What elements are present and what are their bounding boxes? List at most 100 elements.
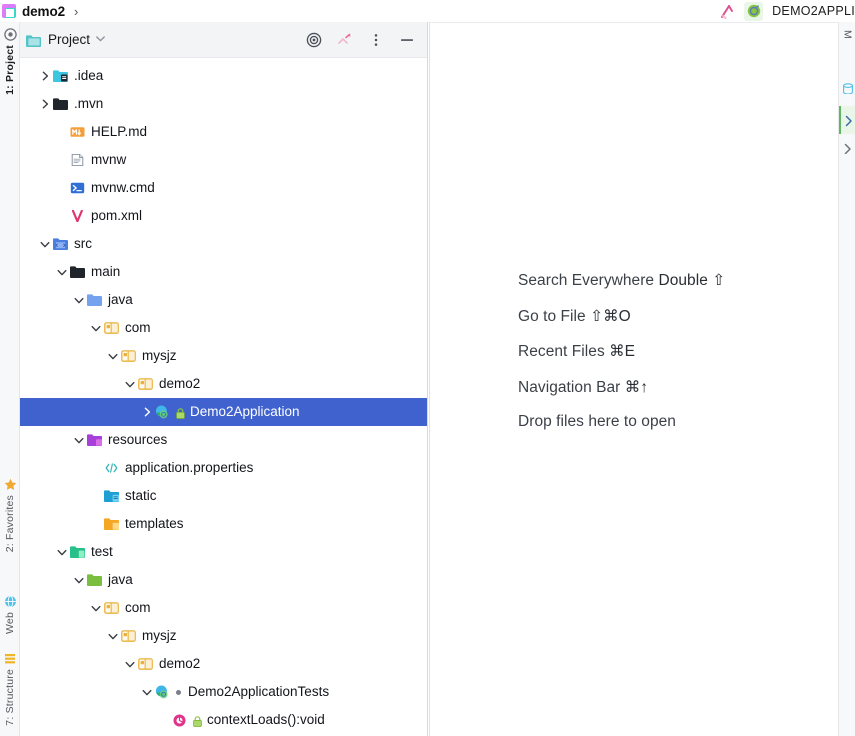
web-icon xyxy=(4,595,17,608)
breadcrumb[interactable]: demo2 › xyxy=(0,4,78,19)
tree-row[interactable]: mvnw xyxy=(20,146,427,174)
breadcrumb-chevron-icon: › xyxy=(74,3,79,19)
tree-row[interactable]: demo2 xyxy=(20,650,427,678)
sidebar-item-active-panel[interactable] xyxy=(839,106,855,134)
tree-row[interactable]: .mvn xyxy=(20,90,427,118)
more-vertical-icon[interactable] xyxy=(367,31,384,48)
tree-row-label: Demo2ApplicationTests xyxy=(188,684,330,700)
chevron-down-icon[interactable] xyxy=(96,35,105,45)
tree-row-selected[interactable]: Demo2Application xyxy=(20,398,427,426)
chevron-down-icon[interactable] xyxy=(72,296,86,305)
tree-row[interactable]: main xyxy=(20,258,427,286)
chevron-down-icon[interactable] xyxy=(38,240,52,249)
database-icon xyxy=(842,82,854,94)
tree-row[interactable]: mysjz xyxy=(20,622,427,650)
tree-row[interactable]: Demo2ApplicationTests xyxy=(20,678,427,706)
tree-row-label: pom.xml xyxy=(91,208,143,224)
chevron-down-icon[interactable] xyxy=(55,268,69,277)
lock-icon xyxy=(193,715,202,727)
tree-row-label: main xyxy=(91,264,121,280)
tree-row[interactable]: demo2 xyxy=(20,370,427,398)
package-icon xyxy=(137,376,153,392)
sidebar-item-maven[interactable]: M xyxy=(839,30,855,39)
editor-hint: Search Everywhere Double ⇧ xyxy=(518,271,725,290)
tree-row[interactable]: static xyxy=(20,482,427,510)
chevron-down-icon[interactable] xyxy=(140,688,154,697)
tree-row[interactable]: java xyxy=(20,286,427,314)
sidebar-item-favorites[interactable]: 2: Favorites xyxy=(0,478,20,552)
tree-row[interactable]: src xyxy=(20,230,427,258)
sidebar-item-web[interactable]: Web xyxy=(0,595,20,634)
ide-window: demo2 › DEMO2APPLI 1: Project 2: Favorit… xyxy=(0,0,855,736)
run-configuration-name[interactable]: DEMO2APPLI xyxy=(772,4,855,18)
sidebar-item-database[interactable] xyxy=(839,82,855,94)
properties-file-icon xyxy=(103,460,119,476)
project-module-icon xyxy=(2,4,16,18)
editor-hint-action: Drop files here to open xyxy=(518,413,676,430)
chevron-down-icon[interactable] xyxy=(72,436,86,445)
star-icon xyxy=(4,478,17,491)
tree-row-label: com xyxy=(125,320,151,336)
tree-row[interactable]: mysjz xyxy=(20,342,427,370)
sidebar-item-terminal[interactable] xyxy=(839,142,855,154)
folder-templates-icon xyxy=(103,516,119,532)
project-icon xyxy=(3,28,17,41)
sidebar-item-web-label: Web xyxy=(4,612,16,634)
chevron-right-icon[interactable] xyxy=(140,407,154,417)
editor-hint: Go to File ⇧⌘O xyxy=(518,307,725,326)
tree-row[interactable]: contextLoads():void xyxy=(20,706,427,734)
chevron-down-icon[interactable] xyxy=(123,380,137,389)
sidebar-item-project-label: 1: Project xyxy=(4,45,16,95)
run-configuration-area[interactable]: DEMO2APPLI xyxy=(719,1,855,21)
project-panel-title: Project xyxy=(48,32,91,47)
tree-row-label: demo2 xyxy=(159,656,201,672)
sidebar-item-structure[interactable]: 7: Structure xyxy=(0,652,20,726)
tree-row-label: mvnw.cmd xyxy=(91,180,155,196)
method-icon xyxy=(171,712,187,728)
tree-row[interactable]: templates xyxy=(20,510,427,538)
tree-row[interactable]: mvnw.cmd xyxy=(20,174,427,202)
breadcrumb-project-name[interactable]: demo2 xyxy=(22,4,65,19)
tree-row[interactable]: HELP.md xyxy=(20,118,427,146)
folder-dark-icon xyxy=(52,96,68,112)
minus-icon[interactable] xyxy=(398,31,415,48)
project-panel-header: Project xyxy=(20,22,427,58)
tree-row[interactable]: java xyxy=(20,566,427,594)
tree-row[interactable]: .idea xyxy=(20,62,427,90)
tree-row[interactable]: com xyxy=(20,314,427,342)
spring-class-icon xyxy=(154,684,170,700)
spring-boot-icon[interactable] xyxy=(744,1,764,21)
editor-hint-action: Recent Files xyxy=(518,343,605,360)
project-file-tree[interactable]: .idea .mvn HELP.md mvnw mvnw.cmd pom.xml… xyxy=(20,58,427,736)
folder-test-icon xyxy=(69,544,85,560)
run-arrow-icon[interactable] xyxy=(719,3,735,19)
spring-class-icon xyxy=(154,404,170,420)
collapse-all-icon[interactable] xyxy=(336,31,353,48)
chevron-down-icon[interactable] xyxy=(106,352,120,361)
tree-row-label: mvnw xyxy=(91,152,127,168)
chevron-right-icon[interactable] xyxy=(38,71,52,81)
chevron-down-icon[interactable] xyxy=(55,548,69,557)
markdown-file-icon xyxy=(69,124,85,140)
sidebar-item-project[interactable]: 1: Project xyxy=(0,28,20,95)
left-tool-window-strip: 1: Project 2: Favorites Web 7: Structure xyxy=(0,22,20,736)
modified-dot-icon xyxy=(176,689,181,695)
chevron-down-icon[interactable] xyxy=(106,632,120,641)
tree-row[interactable]: application.properties xyxy=(20,454,427,482)
folder-static-icon xyxy=(103,488,119,504)
maven-file-icon xyxy=(69,208,85,224)
chevron-down-icon[interactable] xyxy=(123,660,137,669)
lock-icon xyxy=(176,407,185,419)
tree-row-label: java xyxy=(108,572,133,588)
chevron-down-icon[interactable] xyxy=(72,576,86,585)
folder-idea-icon xyxy=(52,68,68,84)
chevron-down-icon[interactable] xyxy=(89,604,103,613)
tree-row[interactable]: resources xyxy=(20,426,427,454)
chevron-down-icon[interactable] xyxy=(89,324,103,333)
target-icon[interactable] xyxy=(305,31,322,48)
editor-hint: Navigation Bar ⌘↑ xyxy=(518,378,725,397)
chevron-right-icon[interactable] xyxy=(38,99,52,109)
tree-row[interactable]: pom.xml xyxy=(20,202,427,230)
tree-row[interactable]: test xyxy=(20,538,427,566)
tree-row[interactable]: com xyxy=(20,594,427,622)
